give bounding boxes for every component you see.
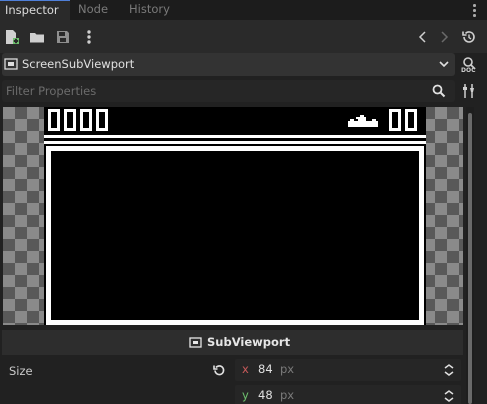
- preview-footer-label: SubViewport: [207, 335, 291, 349]
- hud-divider: [44, 135, 426, 138]
- subviewport-preview: [3, 107, 463, 325]
- size-y-field[interactable]: y 48 px: [235, 385, 461, 404]
- preview-footer: SubViewport: [2, 330, 463, 355]
- size-x-field[interactable]: x 84 px: [235, 359, 461, 381]
- history-back-icon[interactable]: [414, 28, 432, 46]
- size-x-value: 84: [258, 362, 273, 376]
- filter-properties-field: [2, 80, 455, 102]
- lives-digit: [389, 109, 401, 131]
- tab-node[interactable]: Node: [78, 0, 118, 20]
- size-x-unit: px: [280, 362, 295, 376]
- inspector-scrollbar[interactable]: [466, 107, 474, 404]
- history-icon[interactable]: [460, 28, 478, 46]
- svg-text:DOC: DOC: [461, 67, 476, 73]
- object-selector[interactable]: ScreenSubViewport: [2, 53, 455, 76]
- score-digit: [80, 109, 92, 131]
- object-selector-label: ScreenSubViewport: [22, 57, 135, 71]
- size-y-value: 48: [258, 388, 273, 402]
- scrollbar-thumb[interactable]: [468, 113, 472, 404]
- score-digit: [64, 109, 76, 131]
- player-ship-icon: [348, 113, 378, 131]
- axis-x-label: x: [242, 362, 249, 376]
- size-y-unit: px: [280, 388, 295, 402]
- lives-digit: [405, 109, 417, 131]
- dock-menu-icon[interactable]: [469, 2, 479, 18]
- game-screen: [44, 107, 426, 325]
- spinner-icon[interactable]: [443, 363, 455, 377]
- filter-properties-input[interactable]: [6, 80, 426, 102]
- new-resource-icon[interactable]: [3, 28, 21, 46]
- open-docs-icon[interactable]: DOC: [459, 55, 481, 74]
- tab-history[interactable]: History: [129, 0, 179, 20]
- dock-tab-bar: Inspector Node History: [0, 0, 487, 20]
- save-icon[interactable]: [54, 28, 72, 46]
- spinner-icon[interactable]: [443, 389, 455, 403]
- score-digit: [48, 109, 60, 131]
- inspector-toolbar: [0, 20, 487, 53]
- hud-divider: [44, 141, 426, 144]
- history-forward-icon[interactable]: [435, 28, 453, 46]
- more-icon[interactable]: [80, 28, 98, 46]
- search-icon: [431, 83, 447, 99]
- axis-y-label: y: [242, 388, 249, 402]
- score-digit: [96, 109, 108, 131]
- subviewport-icon: [4, 57, 18, 71]
- open-folder-icon[interactable]: [28, 28, 46, 46]
- tools-icon[interactable]: [460, 82, 478, 100]
- property-label-size: Size: [9, 364, 33, 378]
- chevron-down-icon[interactable]: [438, 58, 450, 70]
- subviewport-icon: [189, 336, 202, 349]
- revert-icon[interactable]: [212, 363, 226, 377]
- tab-inspector[interactable]: Inspector: [0, 0, 70, 20]
- playfield-frame: [46, 146, 424, 325]
